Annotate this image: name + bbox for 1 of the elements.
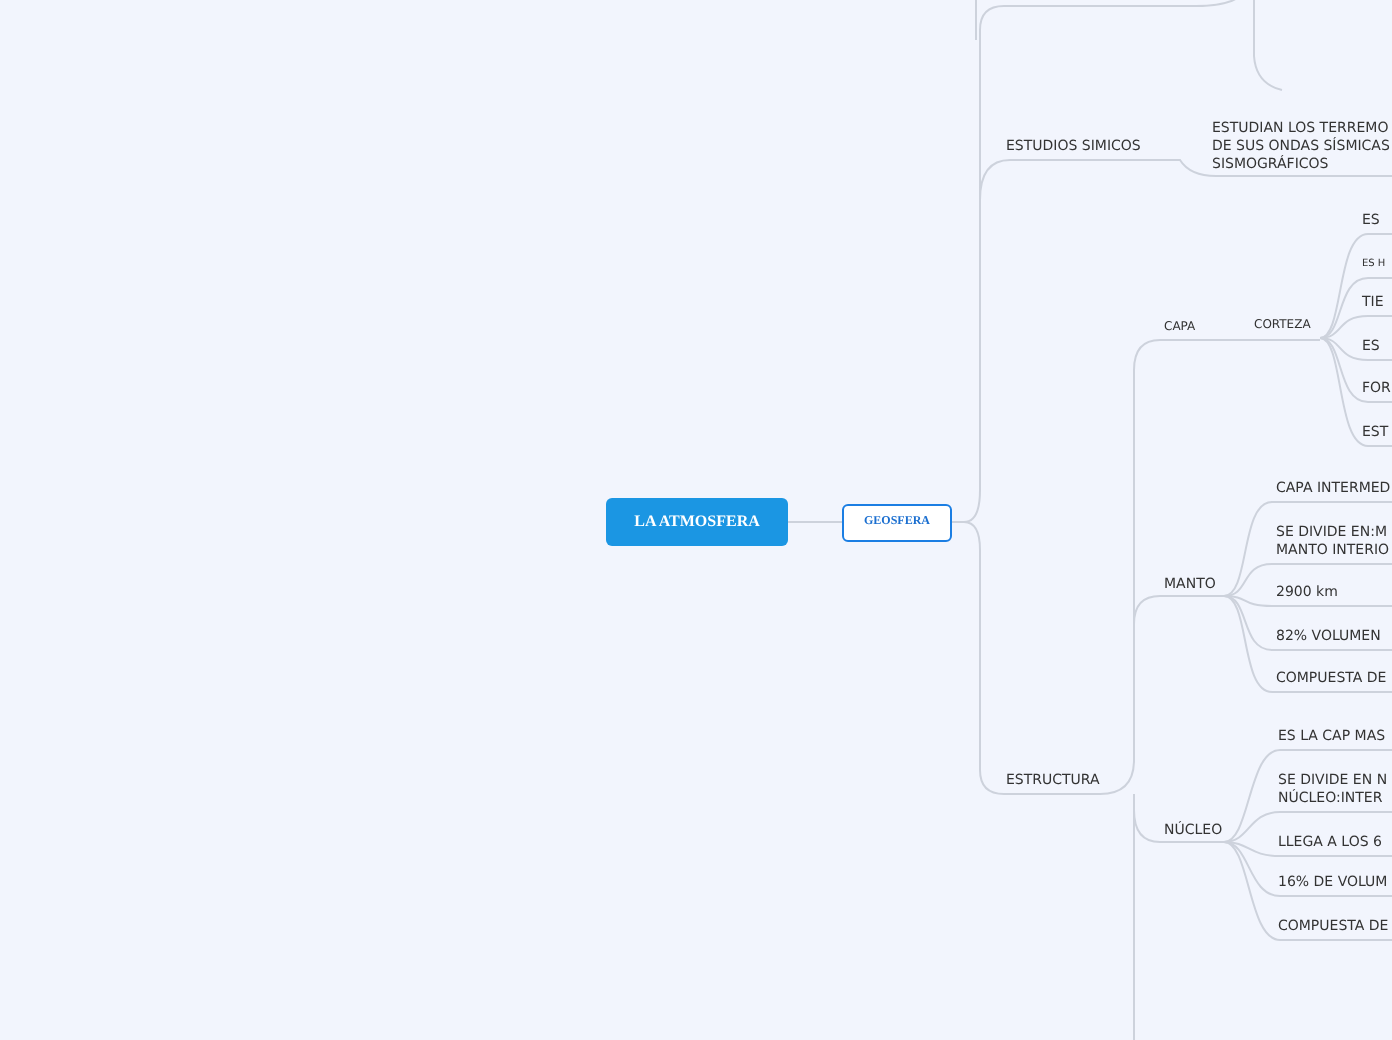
central-topic[interactable]: LA ATMOSFERA bbox=[606, 498, 788, 546]
